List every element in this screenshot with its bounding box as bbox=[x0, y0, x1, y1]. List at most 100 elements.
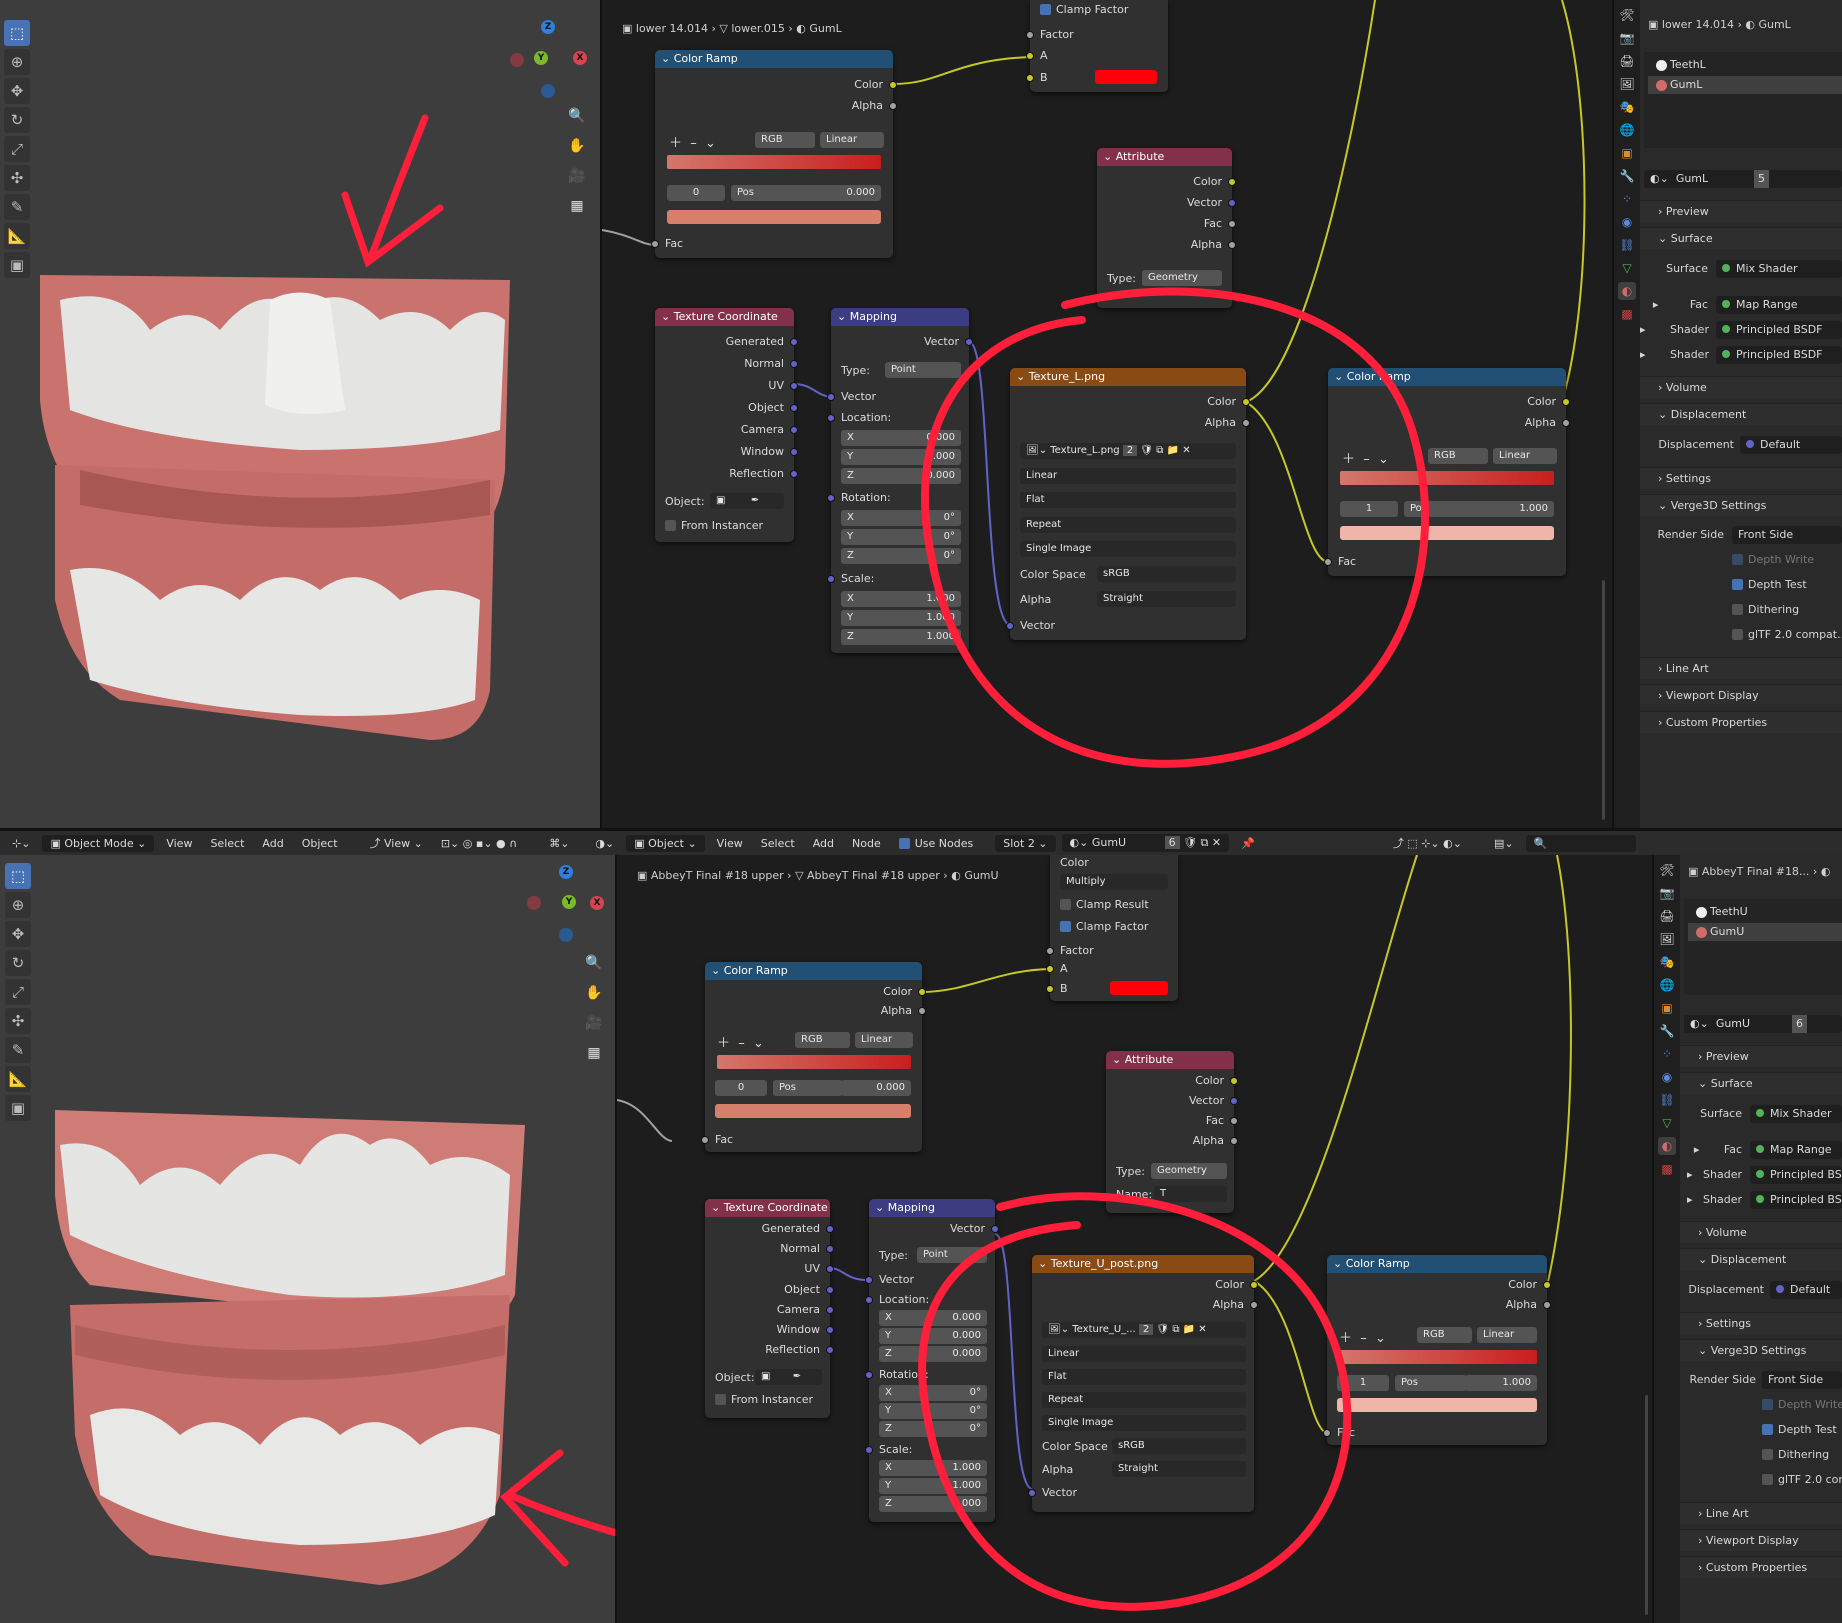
world-tab-icon[interactable]: 🌐 bbox=[1658, 976, 1676, 994]
viewport-display-panel[interactable]: › Viewport Display bbox=[1640, 684, 1842, 706]
scene-tab-icon[interactable]: 🎭 bbox=[1618, 98, 1636, 116]
data-tab-icon[interactable]: ▽ bbox=[1658, 1114, 1676, 1132]
dithering-checkbox[interactable]: Dithering bbox=[1762, 1445, 1829, 1465]
ne-menu-add[interactable]: Add bbox=[807, 835, 840, 852]
surface-value[interactable]: Mix Shader bbox=[1750, 1105, 1842, 1123]
viewport-display-panel[interactable]: › Viewport Display bbox=[1680, 1529, 1842, 1551]
line-art-panel[interactable]: › Line Art bbox=[1640, 657, 1842, 679]
data-tab-icon[interactable]: ▽ bbox=[1618, 259, 1636, 277]
material-slot-list-top[interactable]: TeethL GumL bbox=[1644, 52, 1842, 148]
material-datablock-bottom[interactable]: ◐⌄ GumU 6 bbox=[1684, 1015, 1842, 1033]
ne-scrollbar-bottom[interactable] bbox=[1645, 1395, 1648, 1615]
displacement-value[interactable]: Default bbox=[1740, 436, 1842, 454]
surface-value[interactable]: Mix Shader bbox=[1716, 260, 1842, 278]
viewport-top[interactable]: ⬚ ⊕ ✥ ↻ ⤢ ✣ ✎ 📐 ▣ Z Y X 🔍 ✋ 🎥 ▦ bbox=[0, 0, 600, 828]
viewport-bottom[interactable]: ⬚ ⊕ ✥ ↻ ⤢ ✣ ✎ 📐 ▣ Z Y X 🔍 ✋ 🎥 ▦ bbox=[0, 855, 615, 1623]
gltf-compat-checkbox[interactable]: glTF 2.0 compat... bbox=[1732, 625, 1842, 645]
particles-tab-icon[interactable]: ⁘ bbox=[1618, 190, 1636, 208]
pin-icon[interactable]: 📌 bbox=[1235, 835, 1261, 852]
gltf-compat-checkbox[interactable]: glTF 2.0 compat... bbox=[1762, 1470, 1842, 1490]
displacement-value[interactable]: Default bbox=[1770, 1281, 1842, 1299]
orientation-select[interactable]: ⤴ View ⌄ bbox=[364, 833, 429, 853]
shader-2-value[interactable]: Principled BSDF bbox=[1716, 346, 1842, 364]
properties-top[interactable]: 🛠 📷 🖨 🖼 🎭 🌐 ▣ 🔧 ⁘ ◉ ⛓ ▽ ◐ ▩ ▣ lower 14.0… bbox=[1614, 0, 1842, 828]
tool-tab-icon[interactable]: 🛠 bbox=[1658, 861, 1676, 879]
depth-write-checkbox[interactable]: Depth Write bbox=[1762, 1395, 1842, 1415]
preview-panel[interactable]: › Preview bbox=[1680, 1045, 1842, 1067]
props-editor-type-icon[interactable]: ▤⌄ bbox=[1488, 835, 1520, 852]
menu-view[interactable]: View bbox=[160, 835, 198, 852]
slot-teeth[interactable]: TeethU bbox=[1688, 903, 1842, 921]
constraints-tab-icon[interactable]: ⛓ bbox=[1618, 236, 1636, 254]
ne-menu-view[interactable]: View bbox=[711, 835, 749, 852]
object-tab-icon[interactable]: ▣ bbox=[1658, 999, 1676, 1017]
line-art-panel[interactable]: › Line Art bbox=[1680, 1502, 1842, 1524]
slot-gum[interactable]: GumU bbox=[1688, 923, 1842, 941]
ne-menu-node[interactable]: Node bbox=[846, 835, 887, 852]
shader-1-value[interactable]: Principled BSDF bbox=[1750, 1166, 1842, 1184]
depth-test-checkbox[interactable]: Depth Test bbox=[1762, 1420, 1837, 1440]
render-tab-icon[interactable]: 📷 bbox=[1618, 29, 1636, 47]
shader-1-value[interactable]: Principled BSDF bbox=[1716, 321, 1842, 339]
node-editor-top[interactable]: ▣ lower 14.014 › ▽ lower.015 › ◐ GumL Cl… bbox=[602, 0, 1612, 828]
depth-write-checkbox[interactable]: Depth Write bbox=[1732, 550, 1814, 570]
menu-object[interactable]: Object bbox=[296, 835, 344, 852]
tool-tab-icon[interactable]: 🛠 bbox=[1618, 6, 1636, 24]
settings-panel[interactable]: › Settings bbox=[1680, 1312, 1842, 1334]
surface-panel[interactable]: ⌄ Surface bbox=[1640, 227, 1842, 249]
custom-properties-panel[interactable]: › Custom Properties bbox=[1680, 1556, 1842, 1578]
fac-value[interactable]: Map Range bbox=[1716, 296, 1842, 314]
settings-panel[interactable]: › Settings bbox=[1640, 467, 1842, 489]
dithering-checkbox[interactable]: Dithering bbox=[1732, 600, 1799, 620]
pivot-icon[interactable]: ⊡⌄ ◎ ▪⌄ ● ∩ bbox=[435, 835, 523, 852]
slot-select[interactable]: Slot 2 ⌄ bbox=[995, 834, 1056, 852]
physics-tab-icon[interactable]: ◉ bbox=[1658, 1068, 1676, 1086]
volume-panel[interactable]: › Volume bbox=[1680, 1221, 1842, 1243]
volume-panel[interactable]: › Volume bbox=[1640, 376, 1842, 398]
displacement-panel[interactable]: ⌄ Displacement bbox=[1640, 403, 1842, 425]
material-datablock-top[interactable]: ◐⌄ GumL 5 bbox=[1644, 170, 1842, 188]
menu-select[interactable]: Select bbox=[204, 835, 250, 852]
view-layer-tab-icon[interactable]: 🖼 bbox=[1658, 930, 1676, 948]
slot-gum[interactable]: GumL bbox=[1648, 76, 1842, 94]
slot-teeth[interactable]: TeethL bbox=[1648, 56, 1842, 74]
editor-type-icon[interactable]: ⊹⌄ bbox=[6, 835, 36, 852]
material-slot-list-bottom[interactable]: TeethU GumU bbox=[1684, 899, 1842, 995]
texture-tab-icon[interactable]: ▩ bbox=[1658, 1160, 1676, 1178]
material-tab-icon[interactable]: ◐ bbox=[1658, 1137, 1676, 1155]
verge3d-panel[interactable]: ⌄ Verge3D Settings bbox=[1680, 1339, 1842, 1361]
material-select[interactable]: ◐⌄ GumU 6 🛡 ⧉ ✕ bbox=[1061, 834, 1230, 852]
ne-scrollbar-top[interactable] bbox=[1602, 580, 1605, 820]
object-tab-icon[interactable]: ▣ bbox=[1618, 144, 1636, 162]
properties-bottom[interactable]: 🛠 📷 🖨 🖼 🎭 🌐 ▣ 🔧 ⁘ ◉ ⛓ ▽ ◐ ▩ ▣ AbbeyT Fin… bbox=[1654, 855, 1842, 1623]
ne-menu-select[interactable]: Select bbox=[755, 835, 801, 852]
material-tab-icon[interactable]: ◐ bbox=[1618, 282, 1636, 300]
particles-tab-icon[interactable]: ⁘ bbox=[1658, 1045, 1676, 1063]
ne-object-select[interactable]: ▣ Object ⌄ bbox=[626, 834, 705, 852]
output-tab-icon[interactable]: 🖨 bbox=[1658, 907, 1676, 925]
physics-tab-icon[interactable]: ◉ bbox=[1618, 213, 1636, 231]
use-nodes-checkbox[interactable]: Use Nodes bbox=[893, 835, 980, 852]
preview-panel[interactable]: › Preview bbox=[1640, 200, 1842, 222]
mode-select[interactable]: ▣ Object Mode ⌄ bbox=[42, 834, 155, 852]
menu-add[interactable]: Add bbox=[256, 835, 289, 852]
node-editor-type-icon[interactable]: ◑⌄ bbox=[589, 835, 620, 852]
surface-panel[interactable]: ⌄ Surface bbox=[1680, 1072, 1842, 1094]
ne-header-tools-icon[interactable]: ⤴ ⬚ ⊹⌄ ◐⌄ bbox=[1387, 833, 1468, 853]
displacement-panel[interactable]: ⌄ Displacement bbox=[1680, 1248, 1842, 1270]
render-tab-icon[interactable]: 📷 bbox=[1658, 884, 1676, 902]
render-side-select[interactable]: Front Side bbox=[1762, 1371, 1842, 1389]
texture-tab-icon[interactable]: ▩ bbox=[1618, 305, 1636, 323]
render-side-select[interactable]: Front Side bbox=[1732, 526, 1842, 544]
overlay-icon[interactable]: ⌘⌄ bbox=[543, 835, 575, 852]
view-layer-tab-icon[interactable]: 🖼 bbox=[1618, 75, 1636, 93]
world-tab-icon[interactable]: 🌐 bbox=[1618, 121, 1636, 139]
scene-tab-icon[interactable]: 🎭 bbox=[1658, 953, 1676, 971]
modifier-tab-icon[interactable]: 🔧 bbox=[1658, 1022, 1676, 1040]
fac-value[interactable]: Map Range bbox=[1750, 1141, 1842, 1159]
props-search[interactable]: 🔍 bbox=[1525, 834, 1636, 852]
depth-test-checkbox[interactable]: Depth Test bbox=[1732, 575, 1807, 595]
custom-properties-panel[interactable]: › Custom Properties bbox=[1640, 711, 1842, 733]
verge3d-panel[interactable]: ⌄ Verge3D Settings bbox=[1640, 494, 1842, 516]
output-tab-icon[interactable]: 🖨 bbox=[1618, 52, 1636, 70]
